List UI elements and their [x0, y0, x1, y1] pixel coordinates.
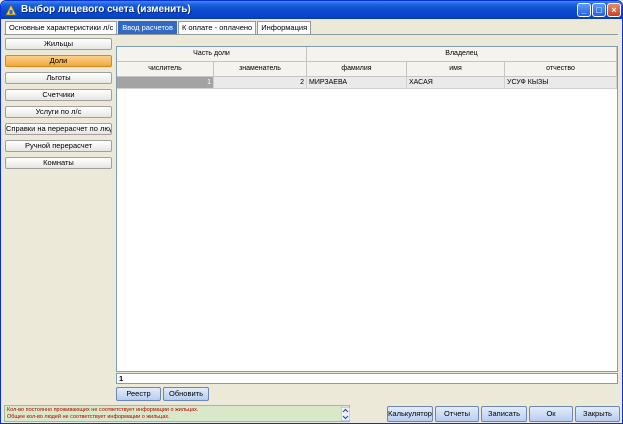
tab-strip: Основные характеристики л/с Ввод расчето…	[5, 21, 312, 34]
cell-numerator[interactable]: 1	[117, 77, 214, 89]
close-icon: ×	[611, 5, 617, 15]
status-line-2: Общее кол-во людей не соответствует инфо…	[7, 414, 170, 420]
table-row[interactable]: 1 2 МИРЗАЕВА ХАСАЯ УСУФ КЫЗЫ	[117, 77, 617, 89]
sidebar-item-recalc-certificates[interactable]: Справки на перерасчет по людям	[5, 123, 112, 135]
scroll-arrows-icon[interactable]	[341, 407, 350, 421]
tab-information[interactable]: Информация	[257, 21, 312, 34]
cell-name[interactable]: ХАСАЯ	[407, 77, 505, 89]
cell-surname[interactable]: МИРЗАЕВА	[307, 77, 407, 89]
sidebar-item-shares[interactable]: Доли	[5, 55, 112, 67]
tab-divider	[4, 34, 618, 35]
sidebar-item-residents[interactable]: Жильцы	[5, 38, 112, 50]
sidebar-item-meters[interactable]: Счетчики	[5, 89, 112, 101]
calculator-button[interactable]: Калькулятор	[387, 406, 433, 422]
group-header-row: Часть доли Владелец	[117, 47, 617, 62]
maximize-icon: □	[596, 5, 602, 15]
group-header-owner: Владелец	[307, 47, 617, 62]
ok-button[interactable]: Ок	[529, 406, 573, 422]
sidebar-item-benefits[interactable]: Льготы	[5, 72, 112, 84]
column-header-surname[interactable]: фамилия	[307, 62, 407, 77]
column-header-numerator[interactable]: числитель	[117, 62, 214, 77]
cell-patronymic[interactable]: УСУФ КЫЗЫ	[505, 77, 617, 89]
sidebar: Жильцы Доли Льготы Счетчики Услуги по л/…	[5, 38, 112, 174]
sidebar-item-services[interactable]: Услуги по л/с	[5, 106, 112, 118]
app-icon	[5, 4, 17, 16]
tab-main-characteristics[interactable]: Основные характеристики л/с	[5, 21, 118, 34]
maximize-button[interactable]: □	[592, 3, 606, 17]
minimize-button[interactable]: _	[577, 3, 591, 17]
close-button[interactable]: Закрыть	[575, 406, 620, 422]
column-header-patronymic[interactable]: отчество	[505, 62, 617, 77]
status-messages: Кол-во постоянно проживающих не соответс…	[4, 405, 350, 422]
minimize-icon: _	[581, 5, 587, 15]
status-line-1: Кол-во постоянно проживающих не соответс…	[7, 407, 199, 413]
title-bar[interactable]: Выбор лицевого счета (изменить) _ □ ×	[1, 1, 622, 19]
column-header-denominator[interactable]: знаменатель	[214, 62, 307, 77]
save-button[interactable]: Записать	[481, 406, 527, 422]
tab-input-calculations[interactable]: Ввод расчетов	[118, 21, 177, 34]
sidebar-item-rooms[interactable]: Комнаты	[5, 157, 112, 169]
shares-grid[interactable]: Часть доли Владелец числитель знаменател…	[116, 46, 618, 372]
column-header-name[interactable]: имя	[407, 62, 505, 77]
group-header-share: Часть доли	[117, 47, 307, 62]
registry-button[interactable]: Реестр	[116, 387, 161, 401]
reports-button[interactable]: Отчеты	[435, 406, 479, 422]
tab-payment[interactable]: К оплате - оплачено	[177, 21, 257, 34]
column-header-row: числитель знаменатель фамилия имя отчест…	[117, 62, 617, 77]
sidebar-item-manual-recalc[interactable]: Ручной перерасчет	[5, 140, 112, 152]
refresh-button[interactable]: Обновить	[163, 387, 209, 401]
cell-denominator[interactable]: 2	[214, 77, 307, 89]
main-window: Выбор лицевого счета (изменить) _ □ × Ос…	[0, 0, 623, 424]
record-counter[interactable]: 1	[116, 373, 618, 384]
close-window-button[interactable]: ×	[607, 3, 621, 17]
window-title: Выбор лицевого счета (изменить)	[21, 4, 191, 15]
